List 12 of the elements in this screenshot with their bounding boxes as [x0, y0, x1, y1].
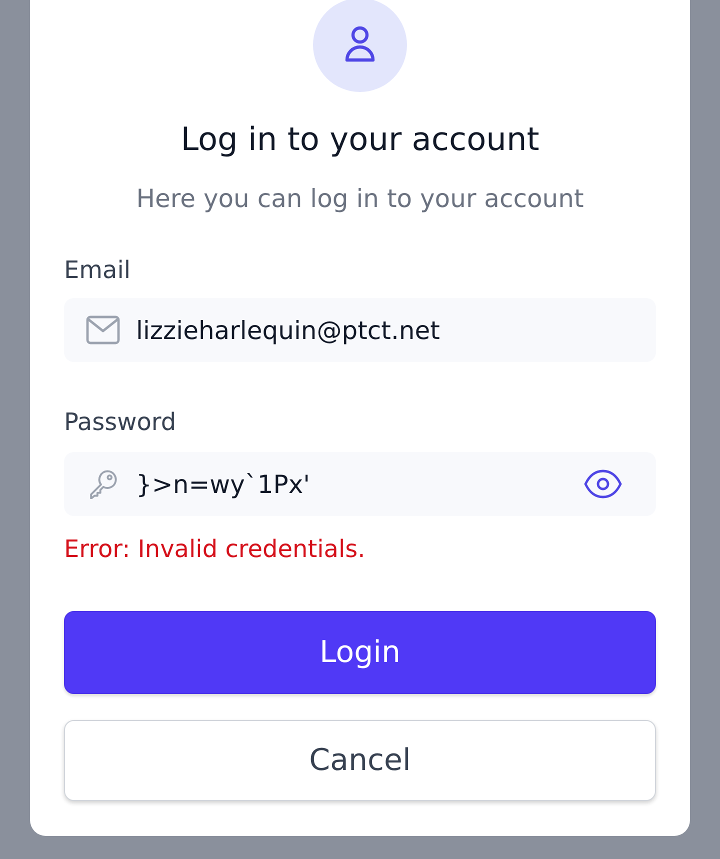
password-field[interactable]: }>n=wy`1Px' — [64, 452, 656, 516]
error-message: Error: Invalid credentials. — [64, 534, 366, 565]
email-field[interactable]: lizzieharlequin@ptct.net — [64, 298, 656, 362]
login-button[interactable]: Login — [64, 611, 656, 694]
eye-icon[interactable] — [584, 469, 622, 499]
user-icon — [313, 0, 407, 92]
dialog-title: Log in to your account — [180, 119, 540, 159]
cancel-button[interactable]: Cancel — [64, 720, 656, 801]
envelope-icon — [86, 315, 120, 345]
field-label: Email — [64, 255, 132, 286]
dialog-subtitle: Here you can log in to your account — [135, 183, 585, 215]
field-label: Password — [64, 407, 178, 438]
